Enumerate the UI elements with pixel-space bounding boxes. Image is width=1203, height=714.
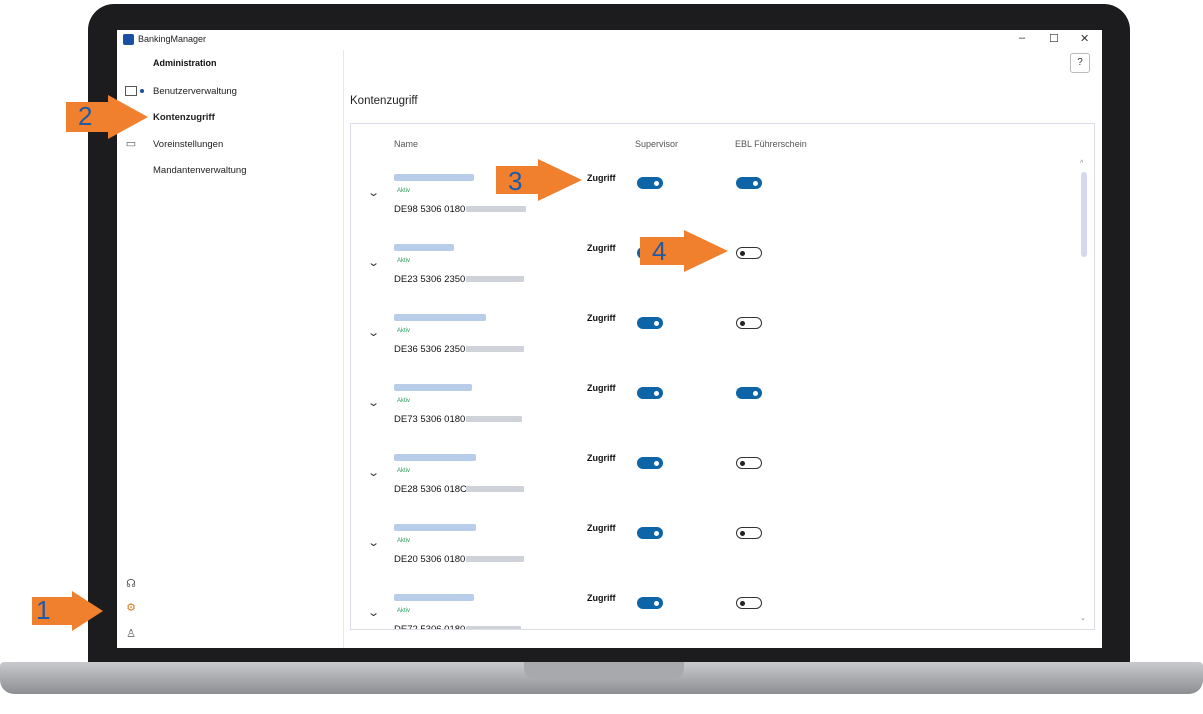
annotation-1: 1 <box>36 595 51 625</box>
annotation-4: 4 <box>652 236 667 266</box>
annotation-2: 2 <box>78 101 93 131</box>
annotation-3: 3 <box>508 166 523 196</box>
annotation-layer <box>32 95 728 631</box>
